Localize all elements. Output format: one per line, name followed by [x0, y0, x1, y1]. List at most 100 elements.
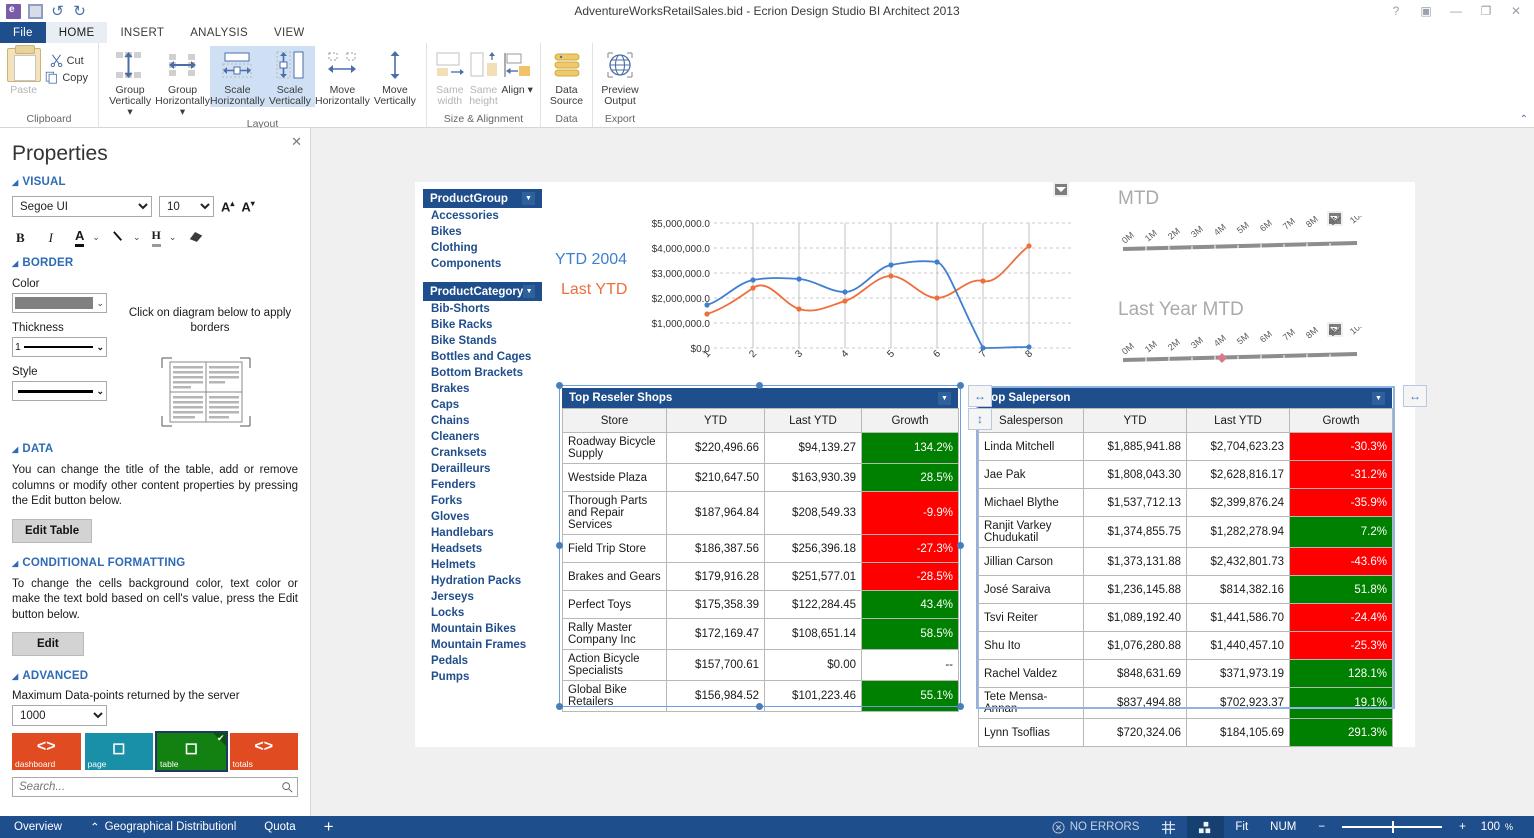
list-item[interactable]: Accessories: [423, 208, 542, 224]
table-top-reseler-shops[interactable]: Top Reseler Shops ▼ Store YTD Last YTD G…: [562, 388, 959, 712]
slicer-productcategory[interactable]: ProductCategory ▼ Bib-Shorts Bike Racks …: [423, 282, 542, 685]
scale-vertically-button[interactable]: Scale Vertically: [264, 46, 315, 107]
list-item[interactable]: Bottom Brackets: [423, 365, 542, 381]
resize-handle-tr[interactable]: [957, 382, 964, 389]
list-item[interactable]: Forks: [423, 493, 542, 509]
resize-vertical-handle[interactable]: ↕: [968, 408, 992, 430]
group-horizontally-button[interactable]: Group Horizontally ▾: [155, 46, 210, 118]
collapse-ribbon-icon[interactable]: ⌃: [1520, 114, 1528, 125]
tab-file[interactable]: File: [0, 22, 46, 43]
section-border[interactable]: ◢ BORDER: [12, 257, 298, 269]
kpi-mtd[interactable]: MTD 0M 1M 2M 3M 4M 5M 6M 7M 8M 9M 10M: [1105, 188, 1395, 288]
close-properties-icon[interactable]: ✕: [291, 134, 302, 150]
slicer-productcategory-list[interactable]: Bib-Shorts Bike Racks Bike Stands Bottle…: [423, 301, 542, 685]
border-thickness-select[interactable]: 1 ⌄: [12, 337, 107, 357]
undo-icon[interactable]: ↺: [50, 4, 65, 19]
section-visual[interactable]: ◢ VISUAL: [12, 176, 298, 188]
col-growth[interactable]: Growth: [1289, 408, 1393, 433]
save-icon[interactable]: [28, 3, 43, 19]
align-button[interactable]: Align ▾: [500, 46, 534, 96]
search-input[interactable]: [17, 780, 281, 794]
col-ytd[interactable]: YTD: [1083, 408, 1187, 433]
resize-handle-tl[interactable]: [556, 382, 563, 389]
zoom-slider[interactable]: [1336, 816, 1448, 838]
italic-button[interactable]: I: [49, 230, 53, 246]
resize-handle-bl[interactable]: [556, 703, 563, 710]
list-item[interactable]: Fenders: [423, 477, 542, 493]
fill-color-chevron-down-icon[interactable]: ⌄: [169, 232, 177, 243]
list-item[interactable]: Gloves: [423, 509, 542, 525]
list-item[interactable]: Bikes: [423, 224, 542, 240]
col-store[interactable]: Store: [562, 408, 667, 433]
group-vertically-button[interactable]: Group Vertically ▾: [105, 46, 155, 118]
shrink-font-icon[interactable]: A▾: [241, 199, 254, 214]
slicer-productgroup-header[interactable]: ProductGroup ▼: [423, 189, 542, 208]
minimize-icon[interactable]: —: [1442, 1, 1470, 21]
sheet-tab-geographical-distribution[interactable]: ⌃ Geographical Distributionl: [76, 820, 250, 834]
list-item[interactable]: Helmets: [423, 557, 542, 573]
font-family-select[interactable]: Segoe UI: [12, 196, 152, 217]
paste-button[interactable]: Paste: [6, 45, 41, 96]
add-sheet-button[interactable]: +: [310, 817, 348, 837]
list-item[interactable]: Bike Racks: [423, 317, 542, 333]
zoom-out-button[interactable]: −: [1307, 816, 1336, 838]
font-size-select[interactable]: 10: [159, 196, 214, 217]
tile-table[interactable]: ✔ ◻ table: [155, 731, 228, 772]
col-salesperson[interactable]: Salesperson: [978, 408, 1084, 433]
tile-totals[interactable]: <> totals: [229, 733, 298, 770]
chevron-down-icon[interactable]: ▼: [523, 285, 535, 298]
border-diagram[interactable]: [160, 356, 252, 428]
list-item[interactable]: Mountain Bikes: [423, 621, 542, 637]
resize-handle-br[interactable]: [957, 703, 964, 710]
list-item[interactable]: Bottles and Cages: [423, 349, 542, 365]
border-style-select[interactable]: ⌄: [12, 381, 107, 401]
sheet-tab-quota[interactable]: Quota: [250, 821, 309, 833]
data-source-button[interactable]: Data Source: [547, 46, 586, 107]
col-last-ytd[interactable]: Last YTD: [764, 408, 862, 433]
fit-button[interactable]: Fit: [1224, 816, 1259, 838]
list-item[interactable]: Handlebars: [423, 525, 542, 541]
resize-horizontal-handle[interactable]: ↔: [968, 385, 992, 407]
list-item[interactable]: Cleaners: [423, 429, 542, 445]
col-last-ytd[interactable]: Last YTD: [1186, 408, 1290, 433]
list-item[interactable]: Headsets: [423, 541, 542, 557]
chevron-down-icon[interactable]: ▼: [1372, 391, 1385, 405]
line-chart[interactable]: YTD 2004 Last YTD $5,000,000.0 $4,000,00…: [547, 182, 1087, 372]
chevron-down-icon[interactable]: ▼: [522, 192, 535, 205]
list-item[interactable]: Derailleurs: [423, 461, 542, 477]
list-item[interactable]: Pedals: [423, 653, 542, 669]
slicer-productgroup[interactable]: ProductGroup ▼ Accessories Bikes Clothin…: [423, 189, 542, 272]
preview-output-button[interactable]: Preview Output: [599, 46, 641, 107]
move-vertically-button[interactable]: Move Vertically: [370, 46, 420, 107]
list-item[interactable]: Locks: [423, 605, 542, 621]
resize-handle-bc[interactable]: [756, 703, 763, 710]
grow-font-icon[interactable]: A▴: [221, 199, 234, 214]
line-color-button[interactable]: [112, 230, 125, 246]
resize-columns-handle[interactable]: ↔: [1403, 385, 1427, 407]
list-item[interactable]: Caps: [423, 397, 542, 413]
move-horizontally-button[interactable]: Move Horizontally: [315, 46, 370, 107]
same-width-button[interactable]: Same width: [433, 46, 467, 107]
list-item[interactable]: Mountain Frames: [423, 637, 542, 653]
bold-button[interactable]: B: [16, 230, 25, 246]
tile-page[interactable]: ◻ page: [84, 733, 153, 770]
zoom-in-button[interactable]: +: [1448, 816, 1477, 838]
list-item[interactable]: Jerseys: [423, 589, 542, 605]
font-color-button[interactable]: A: [75, 228, 85, 247]
resize-handle-tc[interactable]: [756, 382, 763, 389]
maximize-icon[interactable]: ❐: [1472, 1, 1500, 21]
close-window-icon[interactable]: ✕: [1502, 1, 1530, 21]
resize-handle-mr[interactable]: [957, 542, 964, 549]
table-top-saleperson[interactable]: Top Saleperson ▼ Salesperson YTD Last YT…: [978, 388, 1393, 747]
copy-button[interactable]: Copy: [41, 69, 92, 86]
slicer-productgroup-list[interactable]: Accessories Bikes Clothing Components: [423, 208, 542, 272]
edit-table-button[interactable]: Edit Table: [12, 518, 93, 543]
chevron-down-icon[interactable]: ▼: [938, 391, 951, 405]
tab-home[interactable]: HOME: [45, 22, 108, 43]
scale-horizontally-button[interactable]: Scale Horizontally: [209, 46, 265, 107]
fill-color-button[interactable]: H: [151, 228, 162, 247]
list-item[interactable]: Bike Stands: [423, 333, 542, 349]
list-item[interactable]: Bib-Shorts: [423, 301, 542, 317]
max-datapoints-select[interactable]: 1000: [12, 705, 107, 726]
border-color-select[interactable]: ⌄: [12, 293, 107, 313]
